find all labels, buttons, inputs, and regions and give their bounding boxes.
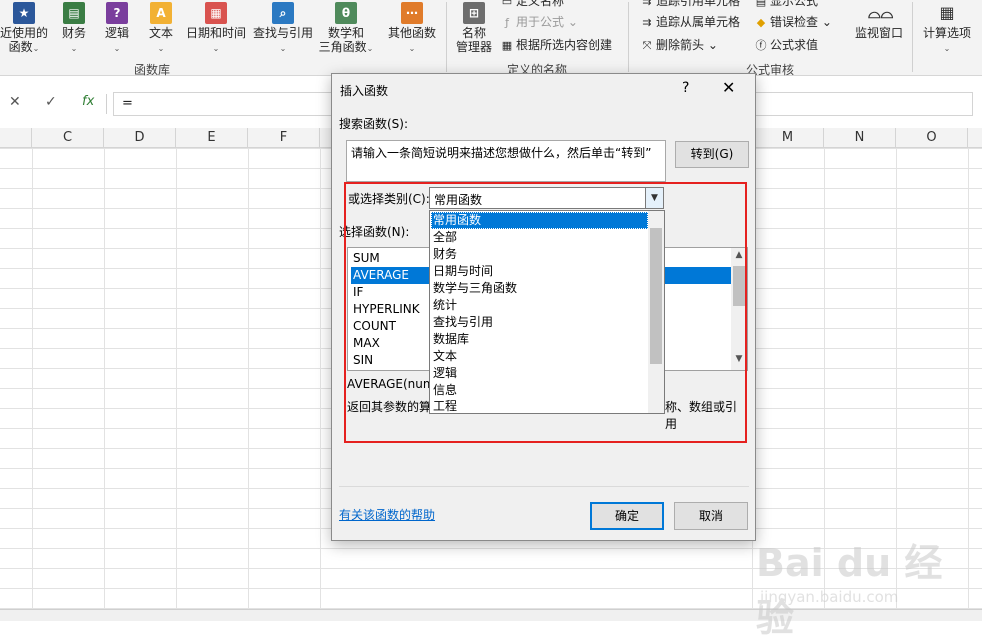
column-header[interactable]: D (104, 128, 176, 148)
trace-precedents-button[interactable]: ⇉ 追踪引用单元格 (640, 0, 740, 9)
group-function-library: 函数库 (134, 63, 171, 77)
recently-used-label: 近使用的 (0, 26, 49, 40)
watermark-url: jingyan.baidu.com (760, 588, 899, 606)
dialog-title: 插入函数 (340, 84, 389, 98)
datetime-button[interactable]: ▦ 日期和时间 ⌄ (184, 2, 248, 56)
group-separator (912, 2, 913, 72)
trace-dependents-label: 追踪从属单元格 (656, 15, 741, 29)
calc-options-button[interactable]: ▦ 计算选项 ⌄ (918, 2, 976, 56)
more-functions-button[interactable]: ⋯ 其他函数 ⌄ (383, 2, 441, 56)
glasses-icon: ⌓⌓ (868, 3, 894, 22)
ok-button[interactable]: 确定 (590, 502, 664, 530)
annotation-highlight-box (344, 182, 747, 443)
evaluate-formula-button[interactable]: ⓕ 公式求值 (754, 38, 819, 53)
calc-options-label: 计算选项 (922, 26, 971, 40)
text-icon: A (150, 2, 172, 24)
math-label2: 三角函数 (318, 40, 367, 54)
watch-window-button[interactable]: ⌓⌓ 监视窗口 (850, 2, 908, 40)
show-formulas-button[interactable]: ▤ 显示公式 (754, 0, 818, 9)
finance-icon: ▤ (63, 2, 85, 24)
baidu-watermark: Bai du 经验 jingyan.baidu.com (752, 522, 980, 640)
remove-arrows-label: 删除箭头 (656, 38, 705, 52)
grid-line (320, 148, 321, 609)
column-header[interactable]: F (248, 128, 320, 148)
show-formulas-icon: ▤ (755, 0, 767, 8)
remove-arrows-icon: ⤧ (642, 39, 652, 52)
math-button[interactable]: θ 数学和 三角函数⌄ (318, 2, 374, 56)
trace-dependents-button[interactable]: ⇉ 追踪从属单元格 (640, 15, 740, 30)
logic-label: 逻辑 (104, 26, 129, 40)
grid-line (32, 148, 33, 609)
grid-line (104, 148, 105, 609)
name-tag-icon: ⊞ (463, 2, 485, 24)
column-header[interactable]: O (896, 128, 968, 148)
error-checking-button[interactable]: ◆ 错误检查 ⌄ (754, 15, 832, 30)
grid-line (248, 148, 249, 609)
grid-line (176, 148, 177, 609)
column-header[interactable]: E (176, 128, 248, 148)
use-in-formula-button[interactable]: ƒ 用于公式 ⌄ (500, 15, 578, 30)
trace-precedents-label: 追踪引用单元格 (656, 0, 741, 8)
lookup-label: 查找与引用 (252, 26, 313, 40)
enter-icon[interactable]: ✓ (45, 94, 57, 110)
calendar-icon: ▦ (205, 2, 227, 24)
recently-used-label2: 函数 (8, 40, 33, 54)
show-formulas-label: 显示公式 (770, 0, 819, 8)
group-separator (628, 2, 629, 72)
create-from-selection-label: 根据所选内容创建 (516, 38, 613, 52)
logic-button[interactable]: ? 逻辑 ⌄ (100, 2, 134, 56)
dialog-separator (339, 486, 749, 487)
name-manager-label2: 管理器 (455, 40, 492, 54)
finance-label: 财务 (61, 26, 86, 40)
more-functions-icon: ⋯ (401, 2, 423, 24)
warning-icon: ◆ (756, 16, 766, 29)
error-checking-label: 错误检查 (770, 15, 819, 29)
define-name-icon: ▭ (501, 0, 513, 8)
datetime-label: 日期和时间 (185, 26, 246, 40)
recently-used-button[interactable]: ★ 近使用的 函数⌄ (0, 2, 48, 56)
name-manager-label: 名称 (461, 26, 486, 40)
remove-arrows-button[interactable]: ⤧ 删除箭头 ⌄ (640, 38, 718, 53)
logic-icon: ? (106, 2, 128, 24)
close-button[interactable]: ✕ (722, 78, 735, 97)
star-icon: ★ (13, 2, 35, 24)
go-button[interactable]: 转到(G) (675, 141, 749, 168)
use-in-formula-label: 用于公式 (516, 15, 565, 29)
watch-window-label: 监视窗口 (854, 26, 903, 40)
define-name-label: 定义名称 (516, 0, 565, 8)
math-icon: θ (335, 2, 357, 24)
group-separator (446, 2, 447, 72)
evaluate-formula-label: 公式求值 (770, 38, 819, 52)
column-header-partial[interactable] (0, 128, 32, 148)
function-help-link[interactable]: 有关该函数的帮助 (339, 506, 435, 523)
formula-bar-separator (106, 94, 107, 114)
ribbon: ★ 近使用的 函数⌄ ▤ 财务 ⌄ ? 逻辑 ⌄ A 文本 ⌄ ▦ 日期和时间 ⌄ ⌕ … (0, 0, 982, 77)
cancel-icon[interactable]: ✕ (9, 94, 21, 110)
lookup-icon: ⌕ (272, 2, 294, 24)
create-from-selection-icon: ▦ (501, 39, 513, 52)
text-label: 文本 (148, 26, 173, 40)
math-label: 数学和 (327, 26, 364, 40)
insert-function-icon[interactable]: fx (82, 94, 94, 109)
text-button[interactable]: A 文本 ⌄ (144, 2, 178, 56)
cancel-button[interactable]: 取消 (674, 502, 748, 530)
calculator-icon: ▦ (939, 3, 955, 22)
create-from-selection-button[interactable]: ▦ 根据所选内容创建 (500, 38, 612, 53)
column-header[interactable]: C (32, 128, 104, 148)
trace-precedents-icon: ⇉ (642, 0, 652, 8)
column-header[interactable]: M (752, 128, 824, 148)
evaluate-formula-icon: ⓕ (755, 39, 767, 52)
finance-button[interactable]: ▤ 财务 ⌄ (56, 2, 92, 56)
watermark-logo: Bai du 经验 (756, 541, 943, 640)
lookup-button[interactable]: ⌕ 查找与引用 ⌄ (251, 2, 315, 56)
more-functions-label: 其他函数 (387, 26, 436, 40)
use-in-formula-icon: ƒ (505, 16, 509, 29)
trace-dependents-icon: ⇉ (642, 16, 652, 29)
help-button[interactable]: ? (682, 80, 689, 96)
search-label: 搜索函数(S): (339, 117, 409, 131)
define-name-button[interactable]: ▭ 定义名称 (500, 0, 564, 9)
search-input[interactable]: 请输入一条简短说明来描述您想做什么，然后单击“转到” (346, 140, 666, 182)
column-header[interactable]: N (824, 128, 896, 148)
name-manager-button[interactable]: ⊞ 名称 管理器 (452, 2, 496, 54)
